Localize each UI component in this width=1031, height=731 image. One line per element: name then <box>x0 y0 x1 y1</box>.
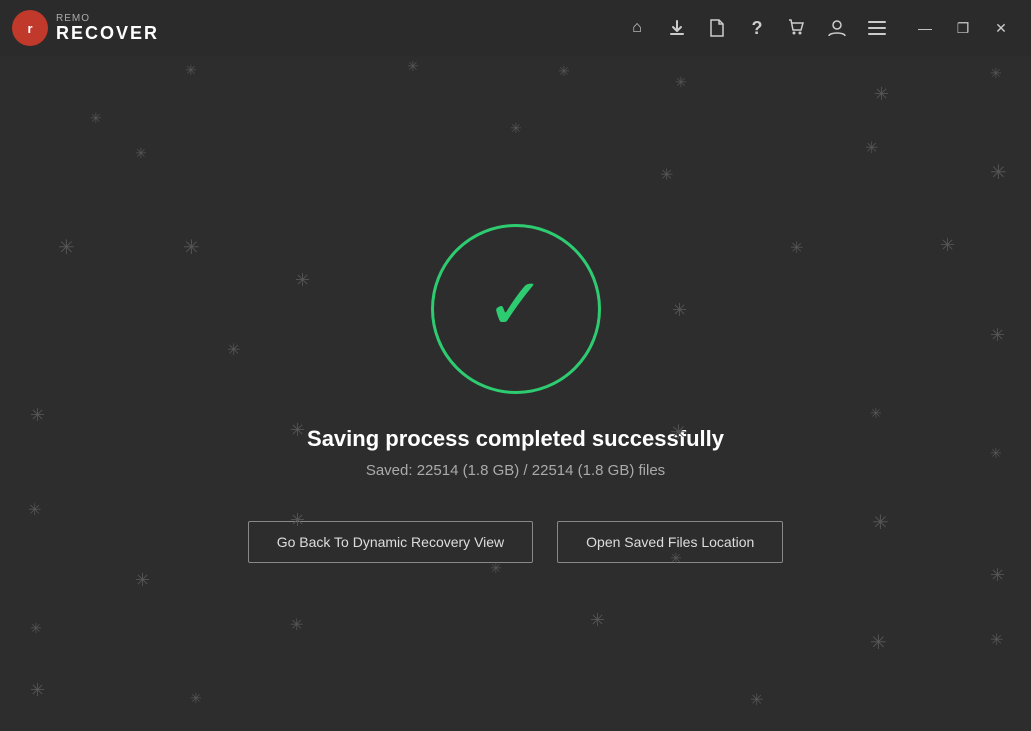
decoration-asterisk: ✳ <box>750 690 763 710</box>
decoration-asterisk: ✳ <box>28 500 41 520</box>
logo-area: r remo RECOVER <box>12 10 159 46</box>
window-controls: — ❐ ✕ <box>907 10 1019 46</box>
decoration-asterisk: ✳ <box>990 160 1007 185</box>
decoration-asterisk: ✳ <box>790 238 803 258</box>
maximize-button[interactable]: ❐ <box>945 10 981 46</box>
success-circle: ✓ <box>431 224 601 394</box>
decoration-asterisk: ✳ <box>870 630 887 655</box>
logo-recover-label: RECOVER <box>56 24 159 42</box>
decoration-asterisk: ✳ <box>135 570 150 591</box>
home-icon[interactable]: ⌂ <box>619 10 655 46</box>
cart-icon[interactable] <box>779 10 815 46</box>
action-buttons: Go Back To Dynamic Recovery View Open Sa… <box>248 521 784 563</box>
decoration-asterisk: ✳ <box>672 300 687 321</box>
close-button[interactable]: ✕ <box>983 10 1019 46</box>
go-back-button[interactable]: Go Back To Dynamic Recovery View <box>248 521 533 563</box>
decoration-asterisk: ✳ <box>290 420 305 441</box>
decoration-asterisk: ✳ <box>58 235 75 260</box>
decoration-asterisk: ✳ <box>295 270 310 291</box>
decoration-asterisk: ✳ <box>990 65 1002 82</box>
file-icon[interactable] <box>699 10 735 46</box>
decoration-asterisk: ✳ <box>183 235 200 260</box>
decoration-asterisk: ✳ <box>590 610 605 631</box>
download-icon[interactable] <box>659 10 695 46</box>
decoration-asterisk: ✳ <box>558 63 570 80</box>
success-title: Saving process completed successfully <box>307 426 724 452</box>
menu-icon[interactable] <box>859 10 895 46</box>
decoration-asterisk: ✳ <box>30 620 42 637</box>
decoration-asterisk: ✳ <box>990 445 1002 462</box>
help-icon[interactable]: ? <box>739 10 775 46</box>
logo-icon: r <box>12 10 48 46</box>
user-icon[interactable] <box>819 10 855 46</box>
decoration-asterisk: ✳ <box>872 510 889 535</box>
title-bar: r remo RECOVER ⌂ ? <box>0 0 1031 56</box>
decoration-asterisk: ✳ <box>874 84 889 105</box>
decoration-asterisk: ✳ <box>870 405 882 422</box>
decoration-asterisk: ✳ <box>30 680 45 701</box>
toolbar-icons: ⌂ ? <box>619 10 1019 46</box>
decoration-asterisk: ✳ <box>990 325 1005 346</box>
decoration-asterisk: ✳ <box>185 62 197 79</box>
decoration-asterisk: ✳ <box>135 145 147 162</box>
minimize-button[interactable]: — <box>907 10 943 46</box>
open-files-button[interactable]: Open Saved Files Location <box>557 521 783 563</box>
decoration-asterisk: ✳ <box>190 690 202 707</box>
decoration-asterisk: ✳ <box>510 120 522 137</box>
logo-text: remo RECOVER <box>56 14 159 42</box>
decoration-asterisk: ✳ <box>990 630 1003 650</box>
decoration-asterisk: ✳ <box>227 340 240 360</box>
success-subtitle: Saved: 22514 (1.8 GB) / 22514 (1.8 GB) f… <box>366 462 665 479</box>
decoration-asterisk: ✳ <box>660 165 673 185</box>
checkmark-icon: ✓ <box>485 269 545 341</box>
svg-text:r: r <box>27 21 32 36</box>
decoration-asterisk: ✳ <box>290 615 303 635</box>
decoration-asterisk: ✳ <box>990 565 1005 586</box>
decoration-asterisk: ✳ <box>407 58 419 75</box>
decoration-asterisk: ✳ <box>90 110 102 127</box>
decoration-asterisk: ✳ <box>675 74 687 91</box>
main-content: ✓ Saving process completed successfully … <box>0 56 1031 731</box>
decoration-asterisk: ✳ <box>940 235 955 256</box>
decoration-asterisk: ✳ <box>865 138 878 158</box>
decoration-asterisk: ✳ <box>30 405 45 426</box>
